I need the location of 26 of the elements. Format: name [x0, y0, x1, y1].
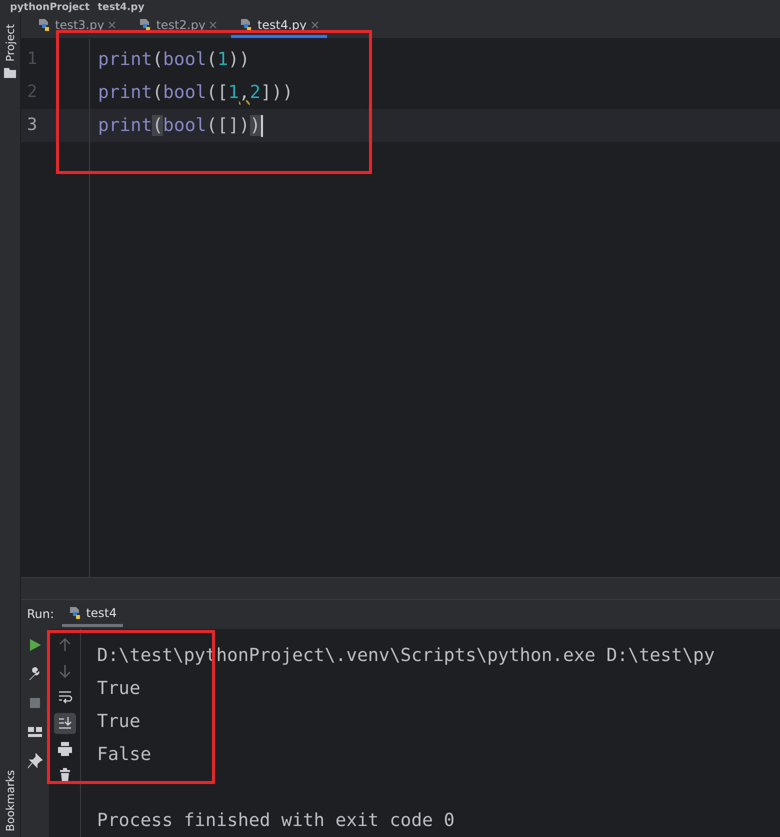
code-line: print(bool([1,2])): [98, 81, 294, 106]
file-tab[interactable]: test2.py: [130, 14, 226, 38]
python-file-icon: [138, 18, 152, 32]
bookmarks-tool-tab[interactable]: Bookmarks: [4, 770, 16, 831]
code-line: print(bool([])): [98, 114, 261, 138]
python-file-icon: [37, 18, 51, 32]
console-line: True: [97, 678, 140, 699]
line-number: 3: [21, 109, 89, 142]
scroll-to-end-icon[interactable]: [54, 712, 76, 734]
run-panel-label: Run:: [27, 607, 54, 622]
text-caret: [260, 114, 263, 137]
project-tool-tab[interactable]: Project: [4, 24, 16, 62]
python-file-icon: [239, 18, 254, 32]
code-line: print(bool(1)): [98, 48, 250, 72]
run-tab[interactable]: test4: [62, 602, 123, 627]
console-line: False: [97, 744, 152, 765]
close-icon[interactable]: [108, 20, 116, 29]
file-tab[interactable]: test3.py: [29, 14, 124, 38]
console-line: Process finished with exit code 0: [97, 810, 455, 831]
folder-icon: [4, 68, 16, 78]
breadcrumb-item[interactable]: pythonProject: [10, 0, 90, 14]
close-icon[interactable]: [209, 20, 218, 29]
close-icon[interactable]: [310, 20, 319, 29]
console-line: True: [97, 710, 140, 732]
python-icon: [68, 606, 82, 620]
breadcrumb-item[interactable]: test4.py: [98, 0, 144, 14]
